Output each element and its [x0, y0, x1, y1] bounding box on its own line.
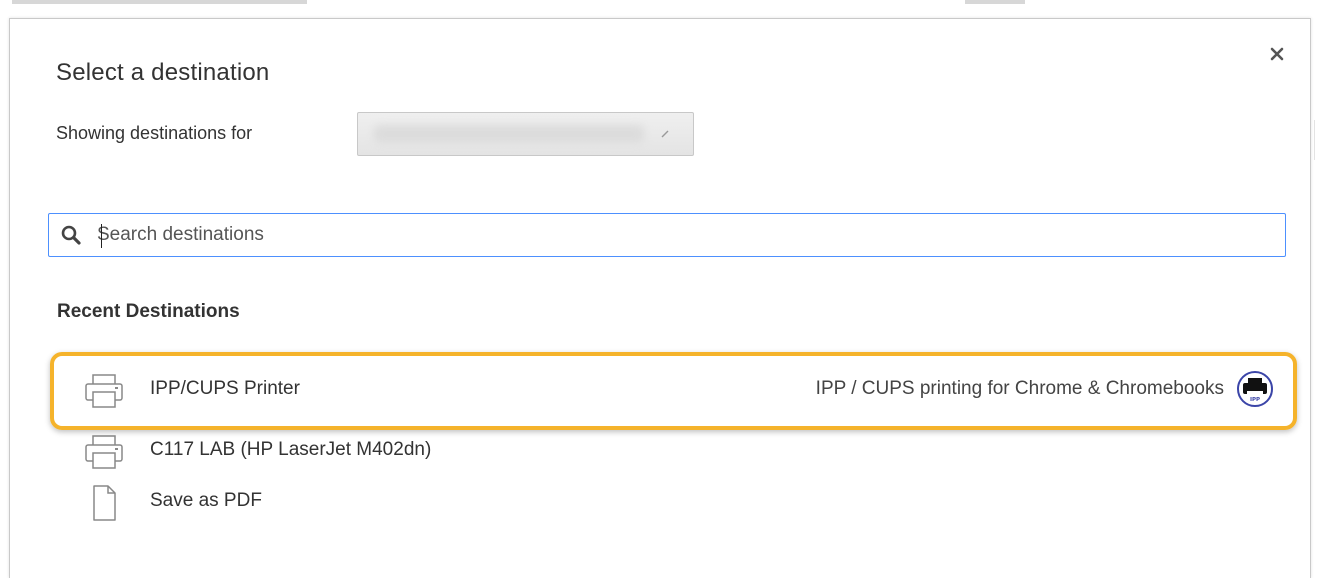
dropdown-arrow-icon: [661, 130, 669, 138]
search-icon: [61, 225, 81, 245]
svg-text:IPP: IPP: [1250, 397, 1260, 403]
close-icon[interactable]: [1265, 42, 1289, 66]
destination-ipp-cups-printer[interactable]: IPP/CUPS Printer IPP / CUPS printing for…: [50, 362, 1286, 418]
ipp-printer-badge-icon: IPP: [1237, 371, 1273, 407]
text-cursor: [101, 224, 102, 248]
recent-destinations-heading: Recent Destinations: [57, 301, 240, 322]
showing-destinations-label: Showing destinations for: [56, 123, 253, 143]
account-value-redacted: [374, 125, 644, 143]
background-edge: [1314, 120, 1315, 160]
destination-save-as-pdf[interactable]: Save as PDF: [50, 474, 1286, 530]
background-strip: [12, 0, 307, 4]
printer-icon: [85, 435, 123, 469]
dialog-title: Select a destination: [56, 59, 270, 86]
account-select[interactable]: [357, 112, 694, 156]
printer-icon: [85, 374, 123, 408]
search-box[interactable]: [48, 213, 1286, 257]
document-icon: [93, 485, 116, 521]
destination-name: C117 LAB (HP LaserJet M402dn): [150, 439, 432, 460]
destination-dialog: Select a destination Showing destination…: [9, 18, 1311, 578]
destination-name: IPP/CUPS Printer: [150, 378, 300, 399]
destination-c117-lab[interactable]: C117 LAB (HP LaserJet M402dn): [50, 423, 1286, 479]
destination-name: Save as PDF: [150, 490, 262, 511]
search-input[interactable]: [97, 221, 1247, 249]
destination-description: IPP / CUPS printing for Chrome & Chromeb…: [815, 378, 1224, 399]
background-strip: [965, 0, 1025, 4]
